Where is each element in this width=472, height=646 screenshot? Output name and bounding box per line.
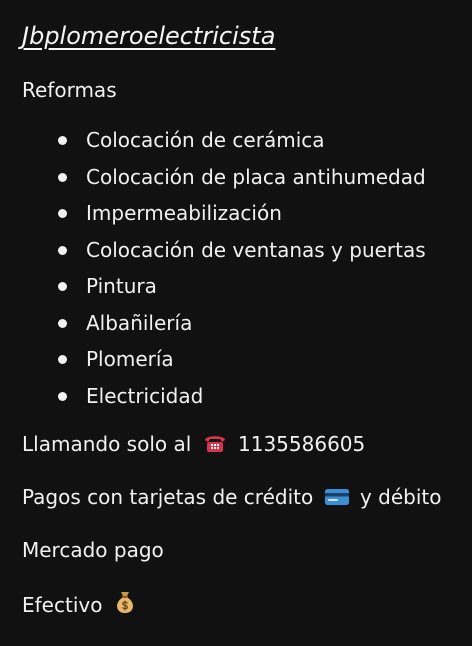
bullet-icon [58,391,67,401]
bullet-icon [58,209,67,218]
service-label: Pintura [86,274,157,298]
list-item: Colocación de ventanas y puertas [22,232,472,269]
call-prefix: Llamando solo al [22,432,192,456]
list-item: Colocación de placa antihumedad [22,159,472,196]
payments-line: Pagos con tarjetas de crédito y débito [22,483,472,511]
list-item: Electricidad [22,378,472,415]
bullet-icon [58,355,67,364]
list-item: Plomería [22,341,472,378]
list-item: Colocación de cerámica [22,122,472,159]
service-label: Colocación de placa antihumedad [86,164,426,189]
call-line: Llamando solo al 1135586605 [22,430,472,458]
bullet-icon [58,318,67,328]
phone-number-link[interactable]: 1135586605 [238,432,365,456]
mercado-pago-line: Mercado pago [22,538,164,562]
service-label: Plomería [86,347,174,371]
payments-prefix: Pagos con tarjetas de crédito [22,485,314,509]
telephone-icon [202,432,228,454]
service-label: Albañilería [86,310,193,335]
list-item: Pintura [22,268,472,305]
payments-suffix: y débito [359,485,442,509]
bullet-icon [58,172,67,182]
cash-label: Efectivo [22,593,103,617]
bullet-icon [58,282,67,291]
bullet-icon [58,245,67,255]
service-label: Colocación de ventanas y puertas [86,237,426,262]
service-label: Electricidad [86,383,204,408]
post-title-link[interactable]: Jbplomeroelectricista [22,18,275,54]
cash-line: Efectivo [22,589,472,619]
post-body: Jbplomeroelectricista Reformas Colocació… [0,0,472,646]
service-label: Colocación de cerámica [86,128,325,152]
credit-card-icon [324,487,350,507]
section-heading: Reformas [22,78,117,102]
bullet-icon [58,136,67,145]
list-item: Impermeabilización [22,195,472,232]
services-list: Colocación de cerámica Colocación de pla… [22,122,472,414]
service-label: Impermeabilización [86,201,282,225]
money-bag-icon [113,589,137,615]
list-item: Albañilería [22,305,472,342]
